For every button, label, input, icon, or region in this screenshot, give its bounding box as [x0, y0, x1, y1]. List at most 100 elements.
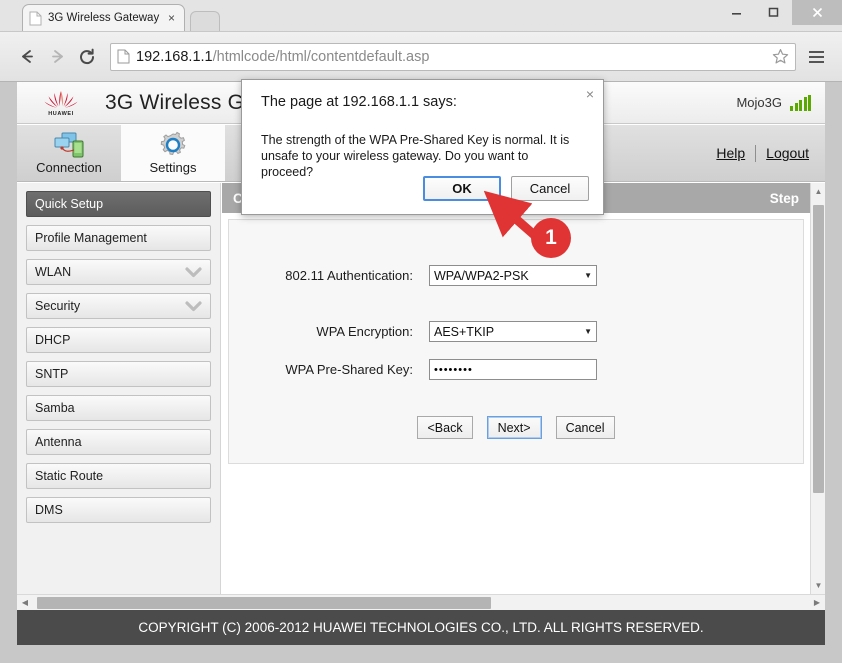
wizard-form: 802.11 Authentication: WPA/WPA2-PSK ▼ WP…: [228, 219, 804, 464]
dialog-message: The strength of the WPA Pre-Shared Key i…: [261, 133, 570, 179]
javascript-alert-dialog: × The page at 192.168.1.1 says: The stre…: [241, 79, 604, 215]
reload-icon[interactable]: [72, 42, 102, 72]
help-link[interactable]: Help: [716, 145, 745, 161]
huawei-flower-icon: [44, 91, 78, 108]
browser-toolbar: 192.168.1.1/htmlcode/html/contentdefault…: [0, 31, 842, 81]
huawei-wordmark: HUAWEI: [48, 111, 74, 117]
sidebar-item-label: WLAN: [35, 265, 72, 279]
sidebar-item-label: DMS: [35, 503, 63, 517]
sidebar-item-dms[interactable]: DMS: [26, 497, 211, 523]
field-row-encryption: WPA Encryption: AES+TKIP ▼: [229, 321, 803, 342]
browser-chrome: 3G Wireless Gateway × 192.168.1.1/htmlco…: [0, 0, 842, 82]
encryption-label: WPA Encryption:: [316, 324, 413, 339]
tab-connection[interactable]: Connection: [17, 125, 121, 181]
huawei-logo: HUAWEI: [17, 88, 105, 117]
scroll-left-icon[interactable]: ◀: [17, 595, 33, 611]
sidebar-item-label: Samba: [35, 401, 75, 415]
page-footer: COPYRIGHT (C) 2006-2012 HUAWEI TECHNOLOG…: [17, 610, 825, 645]
back-button[interactable]: <Back: [417, 416, 473, 439]
scroll-up-icon[interactable]: ▲: [811, 183, 825, 200]
new-tab-button[interactable]: [190, 11, 220, 31]
chevron-down-icon: ▼: [584, 271, 592, 280]
encryption-value: AES+TKIP: [434, 324, 495, 339]
chevron-down-icon: [185, 266, 202, 277]
tab-settings[interactable]: Settings: [121, 125, 225, 181]
chevron-down-icon: [185, 300, 202, 311]
url-host: 192.168.1.1: [136, 48, 213, 65]
step-badge: 1: [531, 218, 571, 258]
dialog-cancel-button[interactable]: Cancel: [511, 176, 589, 201]
sidebar-item-profile-management[interactable]: Profile Management: [26, 225, 211, 251]
bookmark-star-icon[interactable]: [772, 48, 789, 65]
sidebar-item-label: DHCP: [35, 333, 71, 347]
address-bar[interactable]: 192.168.1.1/htmlcode/html/contentdefault…: [110, 42, 796, 71]
sidebar-item-label: Profile Management: [35, 231, 147, 245]
signal-bars-icon: [790, 94, 811, 111]
tab-close-icon[interactable]: ×: [165, 11, 178, 25]
link-divider: [755, 144, 757, 162]
url-path: /htmlcode/html/contentdefault.asp: [212, 48, 430, 65]
minimize-icon[interactable]: [718, 0, 755, 25]
field-row-authentication: 802.11 Authentication: WPA/WPA2-PSK ▼: [229, 265, 803, 286]
preshared-key-value: ••••••••: [434, 363, 473, 376]
browser-tab[interactable]: 3G Wireless Gateway ×: [22, 4, 185, 31]
horizontal-scrollbar-thumb[interactable]: [37, 596, 491, 609]
next-button[interactable]: Next>: [486, 416, 542, 439]
sidebar-item-security[interactable]: Security: [26, 293, 211, 319]
tab-settings-label: Settings: [149, 160, 197, 175]
sidebar-item-label: SNTP: [35, 367, 69, 381]
header-links: Help Logout: [716, 144, 825, 162]
vertical-scrollbar[interactable]: ▲ ▼: [810, 183, 825, 610]
content-header-step: Step: [769, 190, 799, 206]
sidebar-nav: Quick Setup Profile Management WLAN Secu…: [17, 183, 221, 610]
sidebar-item-samba[interactable]: Samba: [26, 395, 211, 421]
vertical-scrollbar-thumb[interactable]: [813, 205, 824, 493]
sidebar-item-wlan[interactable]: WLAN: [26, 259, 211, 285]
sidebar-item-quick-setup[interactable]: Quick Setup: [26, 191, 211, 217]
wizard-buttons: <Back Next> Cancel: [229, 416, 803, 439]
page-icon: [117, 49, 130, 64]
logout-link[interactable]: Logout: [766, 145, 809, 161]
dialog-ok-button[interactable]: OK: [423, 176, 501, 201]
sidebar-item-sntp[interactable]: SNTP: [26, 361, 211, 387]
window-controls: [718, 0, 842, 25]
gear-icon: [160, 131, 186, 155]
preshared-key-label: WPA Pre-Shared Key:: [285, 362, 413, 377]
authentication-select[interactable]: WPA/WPA2-PSK ▼: [429, 265, 597, 286]
sidebar-item-dhcp[interactable]: DHCP: [26, 327, 211, 353]
chevron-down-icon: ▼: [584, 327, 592, 336]
back-icon[interactable]: [12, 42, 42, 72]
maximize-icon[interactable]: [755, 0, 792, 25]
page-icon: [29, 11, 42, 25]
sidebar-item-label: Antenna: [35, 435, 82, 449]
encryption-select[interactable]: AES+TKIP ▼: [429, 321, 597, 342]
sidebar-item-static-route[interactable]: Static Route: [26, 463, 211, 489]
sidebar-item-label: Quick Setup: [35, 197, 104, 211]
forward-icon[interactable]: [42, 42, 72, 72]
dialog-buttons: OK Cancel: [423, 176, 589, 201]
sidebar-item-antenna[interactable]: Antenna: [26, 429, 211, 455]
field-row-preshared-key: WPA Pre-Shared Key: ••••••••: [229, 359, 803, 380]
connection-icon: [54, 132, 84, 158]
sidebar-item-label: Static Route: [35, 469, 104, 483]
authentication-label: 802.11 Authentication:: [285, 268, 413, 283]
authentication-value: WPA/WPA2-PSK: [434, 268, 529, 283]
browser-menu-icon[interactable]: [802, 42, 830, 72]
scroll-down-icon[interactable]: ▼: [811, 577, 825, 594]
sidebar-item-label: Security: [35, 299, 81, 313]
cancel-button[interactable]: Cancel: [555, 416, 615, 439]
scroll-right-icon[interactable]: ▶: [809, 595, 825, 611]
content-panel: Con Step 802.11 Authentication: WPA/WPA2…: [222, 183, 810, 610]
url-text: 192.168.1.1/htmlcode/html/contentdefault…: [136, 49, 768, 65]
device-name: Mojo3G: [736, 95, 782, 110]
tab-title: 3G Wireless Gateway: [48, 12, 160, 24]
tab-connection-label: Connection: [36, 160, 102, 175]
header-status: Mojo3G: [736, 94, 825, 111]
page-body: Quick Setup Profile Management WLAN Secu…: [17, 183, 825, 610]
dialog-close-icon[interactable]: ×: [586, 86, 594, 102]
horizontal-scrollbar[interactable]: ◀ ▶: [17, 594, 825, 610]
preshared-key-input[interactable]: ••••••••: [429, 359, 597, 380]
dialog-title: The page at 192.168.1.1 says:: [261, 94, 457, 110]
screenshot-root: 3G Wireless Gateway × 192.168.1.1/htmlco…: [0, 0, 842, 663]
close-window-icon[interactable]: [792, 0, 842, 25]
